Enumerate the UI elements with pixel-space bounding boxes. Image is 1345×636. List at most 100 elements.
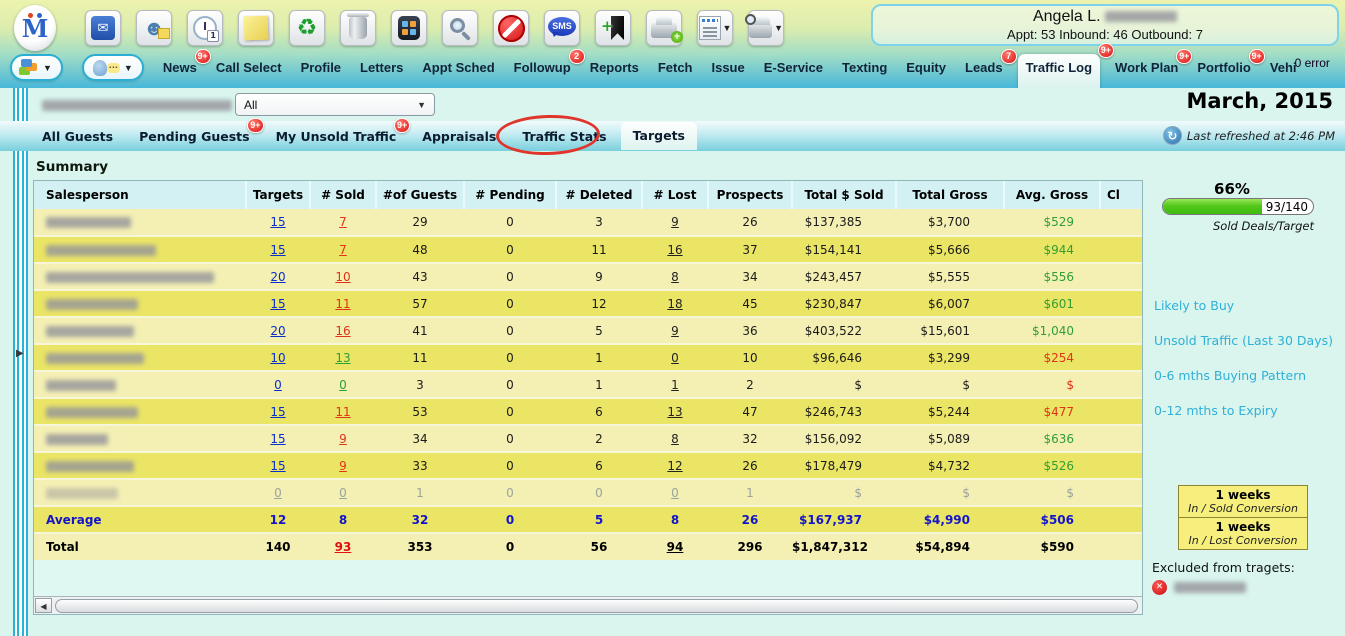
- nav-item-leads[interactable]: Leads7: [965, 60, 1003, 75]
- scroll-left-arrow[interactable]: ◀: [35, 598, 52, 613]
- cell-sold[interactable]: 93: [310, 533, 376, 560]
- side-link-likely-to-buy[interactable]: Likely to Buy: [1154, 298, 1333, 313]
- cell-lost[interactable]: 16: [642, 236, 708, 263]
- nav-item-profile[interactable]: Profile: [301, 60, 341, 75]
- cell-lost[interactable]: 8: [642, 425, 708, 452]
- cell-targets[interactable]: 15: [246, 452, 310, 479]
- nav-item-texting[interactable]: Texting: [842, 60, 887, 75]
- view-switch-dropdown[interactable]: ▼: [10, 54, 63, 81]
- nav-item-vehi[interactable]: Vehi0 error: [1270, 60, 1330, 75]
- sms-button[interactable]: SMS: [544, 10, 580, 46]
- cell-sold[interactable]: 7: [310, 236, 376, 263]
- cell-sold[interactable]: 11: [310, 398, 376, 425]
- cell-targets[interactable]: 20: [246, 263, 310, 290]
- cell-sold[interactable]: 0: [310, 371, 376, 398]
- side-link-unsold-traffic-last-30-days[interactable]: Unsold Traffic (Last 30 Days): [1154, 333, 1333, 348]
- cell-lost[interactable]: 13: [642, 398, 708, 425]
- nav-item-portfolio[interactable]: Portfolio9+: [1197, 60, 1250, 75]
- column-header-sold[interactable]: # Sold: [310, 181, 376, 209]
- nav-item-equity[interactable]: Equity: [906, 60, 946, 75]
- tab-my-unsold-traffic[interactable]: My Unsold Traffic9+: [276, 129, 397, 144]
- customer-profile-button[interactable]: ☻: [136, 10, 172, 46]
- cell-targets[interactable]: 20: [246, 317, 310, 344]
- column-header-avg-gross[interactable]: Avg. Gross: [1004, 181, 1100, 209]
- tab-targets[interactable]: Targets: [621, 122, 697, 150]
- column-header-total-gross[interactable]: Total Gross: [896, 181, 1004, 209]
- cell-lost[interactable]: 94: [642, 533, 708, 560]
- side-link-0-6-mths-buying-pattern[interactable]: 0-6 mths Buying Pattern: [1154, 368, 1333, 383]
- contact-mode-dropdown[interactable]: ▼: [82, 54, 144, 81]
- tab-pending-guests[interactable]: Pending Guests9+: [139, 129, 249, 144]
- nav-item-e-service[interactable]: E-Service: [764, 60, 823, 75]
- cell-sold[interactable]: 10: [310, 263, 376, 290]
- do-not-call-button[interactable]: [493, 10, 529, 46]
- nav-item-appt-sched[interactable]: Appt Sched: [422, 60, 494, 75]
- bookmark-add-button[interactable]: [595, 10, 631, 46]
- cell-targets[interactable]: 10: [246, 344, 310, 371]
- column-header-targets[interactable]: Targets: [246, 181, 310, 209]
- cell-targets[interactable]: 15: [246, 425, 310, 452]
- column-header-pending[interactable]: # Pending: [464, 181, 556, 209]
- cell-sold[interactable]: 11: [310, 290, 376, 317]
- vehicle-add-button[interactable]: [646, 10, 682, 46]
- salesperson-name-redacted: [46, 299, 138, 310]
- cell-targets[interactable]: 15: [246, 236, 310, 263]
- cell-targets[interactable]: 0: [246, 479, 310, 506]
- notes-button[interactable]: ▼: [697, 10, 733, 46]
- cell-lost[interactable]: 9: [642, 317, 708, 344]
- nav-item-call-select[interactable]: Call Select: [216, 60, 282, 75]
- refresh-control[interactable]: ↻ Last refreshed at 2:46 PM: [1163, 126, 1335, 145]
- column-header-of-guests[interactable]: #of Guests: [376, 181, 464, 209]
- side-link-0-12-mths-to-expiry[interactable]: 0-12 mths to Expiry: [1154, 403, 1333, 418]
- cell-lost[interactable]: 0: [642, 479, 708, 506]
- nav-item-traffic-log[interactable]: Traffic Log9+: [1018, 54, 1100, 88]
- nav-item-reports[interactable]: Reports: [590, 60, 639, 75]
- cell-sold[interactable]: 13: [310, 344, 376, 371]
- vehicle-search-button[interactable]: ▼: [748, 10, 784, 46]
- column-header-deleted[interactable]: # Deleted: [556, 181, 642, 209]
- cell-targets[interactable]: 15: [246, 209, 310, 236]
- trash-button[interactable]: [340, 10, 376, 46]
- app-logo[interactable]: M: [14, 5, 56, 51]
- nav-item-work-plan[interactable]: Work Plan9+: [1115, 60, 1178, 75]
- mail-button[interactable]: ✉: [85, 10, 121, 46]
- tab-traffic-stats[interactable]: Traffic Stats: [522, 129, 606, 144]
- cell-sold[interactable]: 9: [310, 425, 376, 452]
- column-header-salesperson[interactable]: Salesperson: [34, 181, 246, 209]
- column-header-lost[interactable]: # Lost: [642, 181, 708, 209]
- horizontal-scrollbar[interactable]: ◀: [34, 596, 1142, 614]
- column-header-total-sold[interactable]: Total $ Sold: [792, 181, 896, 209]
- tab-appraisals[interactable]: Appraisals: [422, 129, 496, 144]
- tab-all-guests[interactable]: All Guests: [42, 129, 113, 144]
- cubes-icon: [21, 59, 32, 67]
- appointment-clock-button[interactable]: [187, 10, 223, 46]
- cell-lost[interactable]: 18: [642, 290, 708, 317]
- cell-lost[interactable]: 12: [642, 452, 708, 479]
- cell-targets[interactable]: 15: [246, 290, 310, 317]
- search-button[interactable]: [442, 10, 478, 46]
- cell-sold[interactable]: 16: [310, 317, 376, 344]
- calculator-button[interactable]: [391, 10, 427, 46]
- recycle-button[interactable]: ♻: [289, 10, 325, 46]
- nav-item-followup[interactable]: Followup2: [514, 60, 571, 75]
- cell-lost[interactable]: 9: [642, 209, 708, 236]
- nav-item-news[interactable]: News9+: [163, 60, 197, 75]
- cell-targets[interactable]: 15: [246, 398, 310, 425]
- nav-item-fetch[interactable]: Fetch: [658, 60, 693, 75]
- cell-lost[interactable]: 0: [642, 344, 708, 371]
- cell-sold[interactable]: 7: [310, 209, 376, 236]
- nav-item-letters[interactable]: Letters: [360, 60, 403, 75]
- cell-lost[interactable]: 8: [642, 263, 708, 290]
- cell-targets[interactable]: 0: [246, 371, 310, 398]
- cell-sold[interactable]: 9: [310, 452, 376, 479]
- salesperson-filter-select[interactable]: All▼: [235, 93, 435, 116]
- nav-item-issue[interactable]: Issue: [711, 60, 744, 75]
- scrollbar-thumb[interactable]: [55, 599, 1138, 613]
- cell-sold[interactable]: 0: [310, 479, 376, 506]
- column-header-prospects[interactable]: Prospects: [708, 181, 792, 209]
- sticky-note-button[interactable]: [238, 10, 274, 46]
- remove-x-icon[interactable]: ✕: [1152, 580, 1167, 595]
- collapsed-side-panel[interactable]: ▶: [13, 88, 28, 636]
- column-header-cl[interactable]: Cl: [1100, 181, 1142, 209]
- cell-lost[interactable]: 1: [642, 371, 708, 398]
